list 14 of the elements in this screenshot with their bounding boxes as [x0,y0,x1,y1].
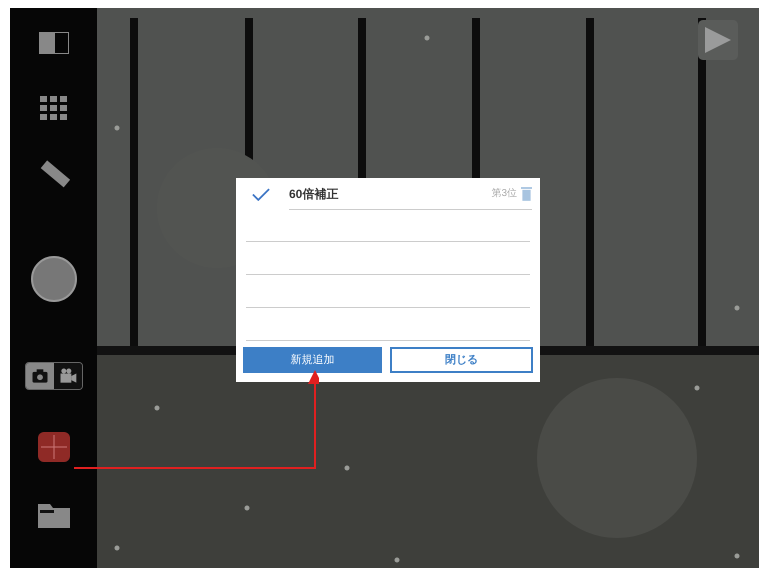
capture-mode-toggle[interactable] [24,362,82,390]
split-view-icon[interactable] [38,32,68,54]
rank-label: 第3位 [491,187,517,201]
list-item[interactable]: 60倍補正 第3位 [236,178,540,210]
add-new-button[interactable]: 新規追加 [243,347,382,373]
crosshair-icon[interactable] [38,432,70,462]
play-icon[interactable] [698,20,738,60]
folder-icon[interactable] [38,502,70,528]
grid-icon[interactable] [40,96,68,120]
shutter-button[interactable] [30,256,76,302]
capture-mode-option[interactable] [54,363,82,389]
close-button[interactable]: 閉じる [390,347,533,373]
item-label: 60倍補正 [289,186,340,202]
capture-mode-option[interactable] [26,363,54,389]
